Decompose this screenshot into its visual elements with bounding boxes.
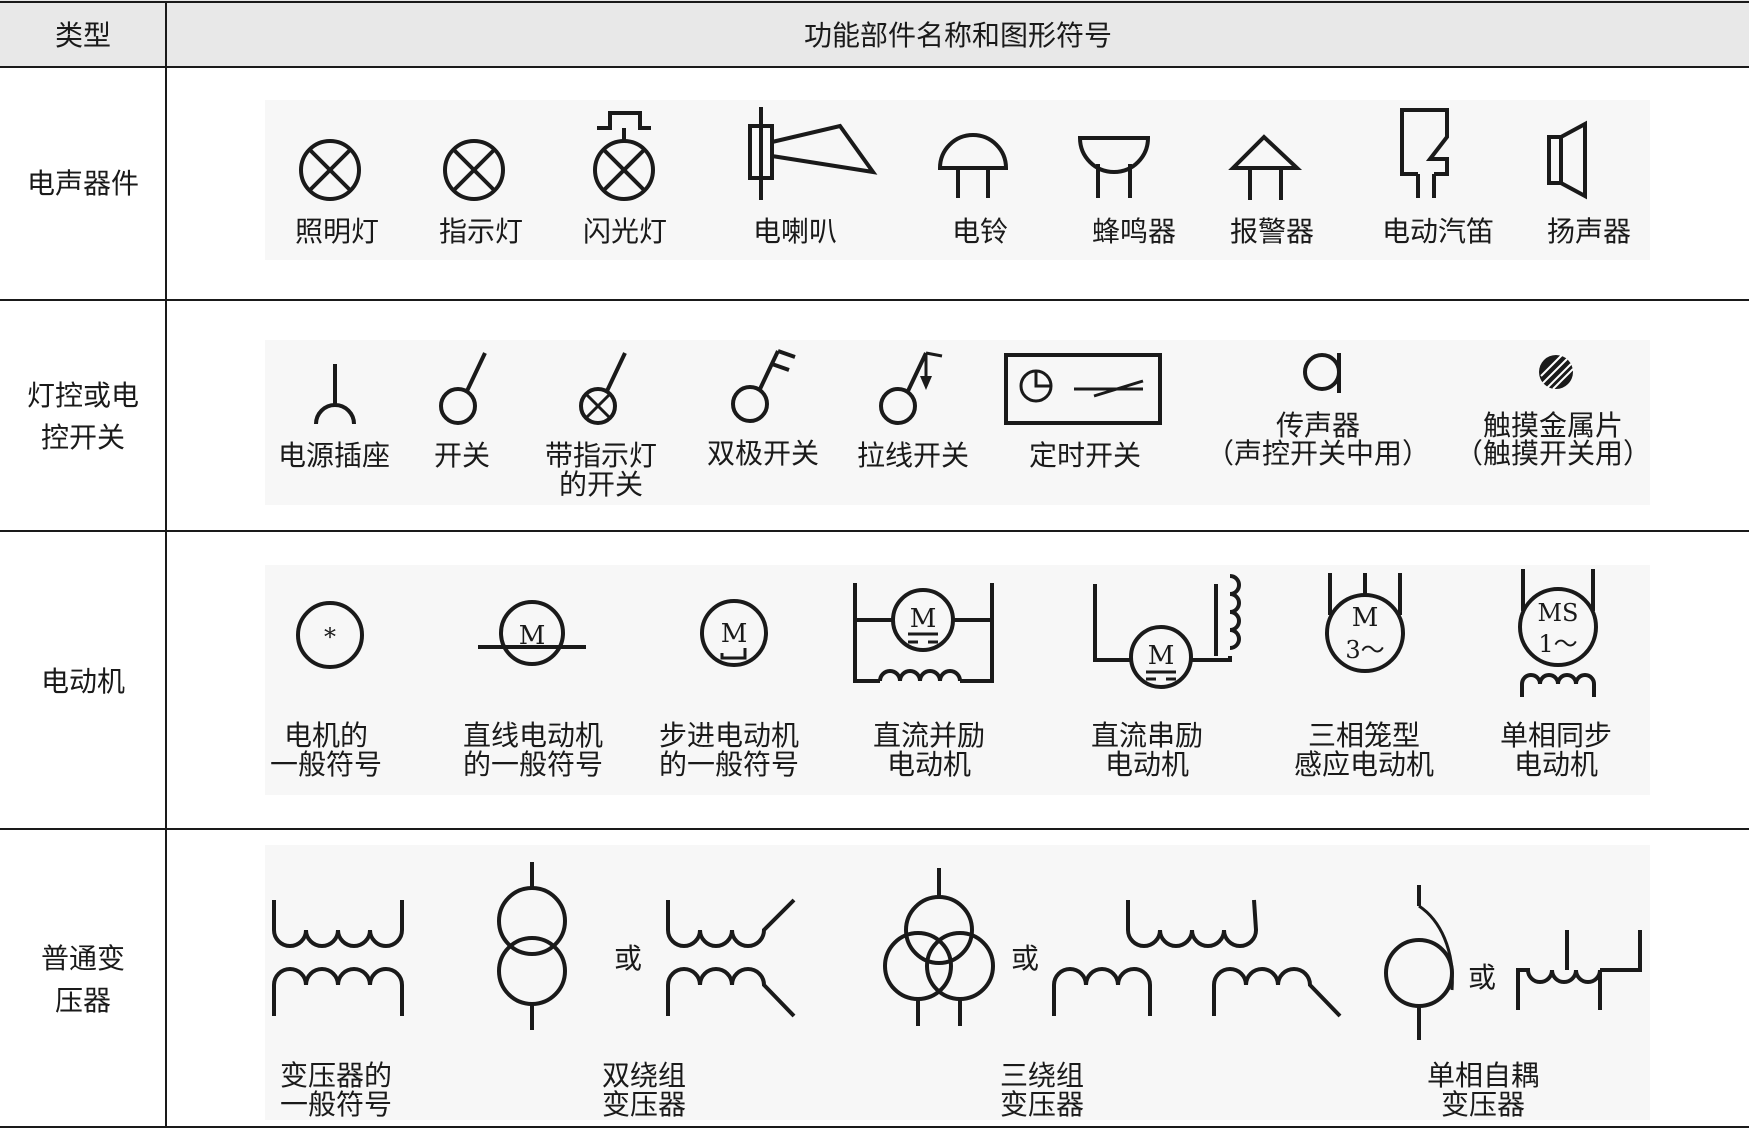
row2-type-line1: 灯控或电 <box>27 379 139 412</box>
row1-type: 电声器件 <box>27 167 139 200</box>
or-text-2: 或 <box>1011 942 1039 975</box>
symbol-3-phase: 3～ <box>1345 636 1384 664</box>
label-double-pole-switch: 双极开关 <box>707 437 819 470</box>
symbol-1-phase: 1～ <box>1538 630 1577 658</box>
label-two-winding-line2: 变压器 <box>602 1088 686 1121</box>
header-type: 类型 <box>55 19 111 52</box>
label-socket: 电源插座 <box>278 439 390 472</box>
row4-type-line1: 普通变 <box>41 942 125 975</box>
label-sync-motor-line2: 电动机 <box>1514 748 1598 781</box>
label-bell: 电铃 <box>952 215 1008 248</box>
label-siren: 报警器 <box>1230 215 1314 248</box>
symbol-m-three-phase: M <box>1352 603 1379 633</box>
row3-type: 电动机 <box>41 665 125 698</box>
label-flash-lamp: 闪光灯 <box>583 215 667 248</box>
symbol-table: 类型 功能部件名称和图形符号 电声器件 灯控或电 控开关 电动机 普通变 压器 <box>0 0 1749 1130</box>
symbol-m-dc-shunt: M <box>910 604 937 634</box>
symbol-m-stepper: M <box>721 619 748 649</box>
label-buzzer: 蜂鸣器 <box>1092 215 1176 248</box>
label-loudspeaker: 扬声器 <box>1547 215 1631 248</box>
or-text-1: 或 <box>614 942 642 975</box>
label-horn: 电喇叭 <box>753 215 837 248</box>
label-dc-shunt-motor-line2: 电动机 <box>887 748 971 781</box>
label-three-phase-motor-line2: 感应电动机 <box>1294 748 1434 781</box>
symbol-asterisk: * <box>324 623 336 651</box>
symbol-ms: MS <box>1537 599 1578 627</box>
row2-panel <box>265 340 1650 505</box>
label-motor-general-line2: 一般符号 <box>270 748 382 781</box>
row2-type-line2: 控开关 <box>41 421 125 454</box>
or-text-3: 或 <box>1468 961 1496 994</box>
label-autotransformer-line2: 变压器 <box>1441 1088 1525 1121</box>
label-pull-cord-switch: 拉线开关 <box>857 439 969 472</box>
row4-type-line2: 压器 <box>55 984 111 1017</box>
symbol-table-graphic: 类型 功能部件名称和图形符号 电声器件 灯控或电 控开关 电动机 普通变 压器 <box>0 0 1749 1128</box>
label-dc-series-motor-line2: 电动机 <box>1105 748 1189 781</box>
label-microphone-line2: （声控开关中用） <box>1206 437 1430 470</box>
label-switch: 开关 <box>434 439 490 472</box>
symbol-m-dc-series: M <box>1148 641 1175 671</box>
label-three-winding-line2: 变压器 <box>1000 1088 1084 1121</box>
label-timer-switch: 定时开关 <box>1029 439 1141 472</box>
label-stepper-motor-line2: 的一般符号 <box>659 748 799 781</box>
label-electric-whistle: 电动汽笛 <box>1382 215 1494 248</box>
label-lamp: 照明灯 <box>295 215 379 248</box>
label-switch-with-lamp-line2: 的开关 <box>559 468 643 501</box>
header-items: 功能部件名称和图形符号 <box>804 19 1112 52</box>
label-transformer-general-line2: 一般符号 <box>280 1088 392 1121</box>
touch-plate-icon <box>1539 354 1574 390</box>
symbol-m-linear: M <box>519 621 546 651</box>
label-indicator-lamp: 指示灯 <box>439 215 523 248</box>
label-touch-plate-line2: （触摸开关用） <box>1455 437 1651 470</box>
label-linear-motor-line2: 的一般符号 <box>463 748 603 781</box>
